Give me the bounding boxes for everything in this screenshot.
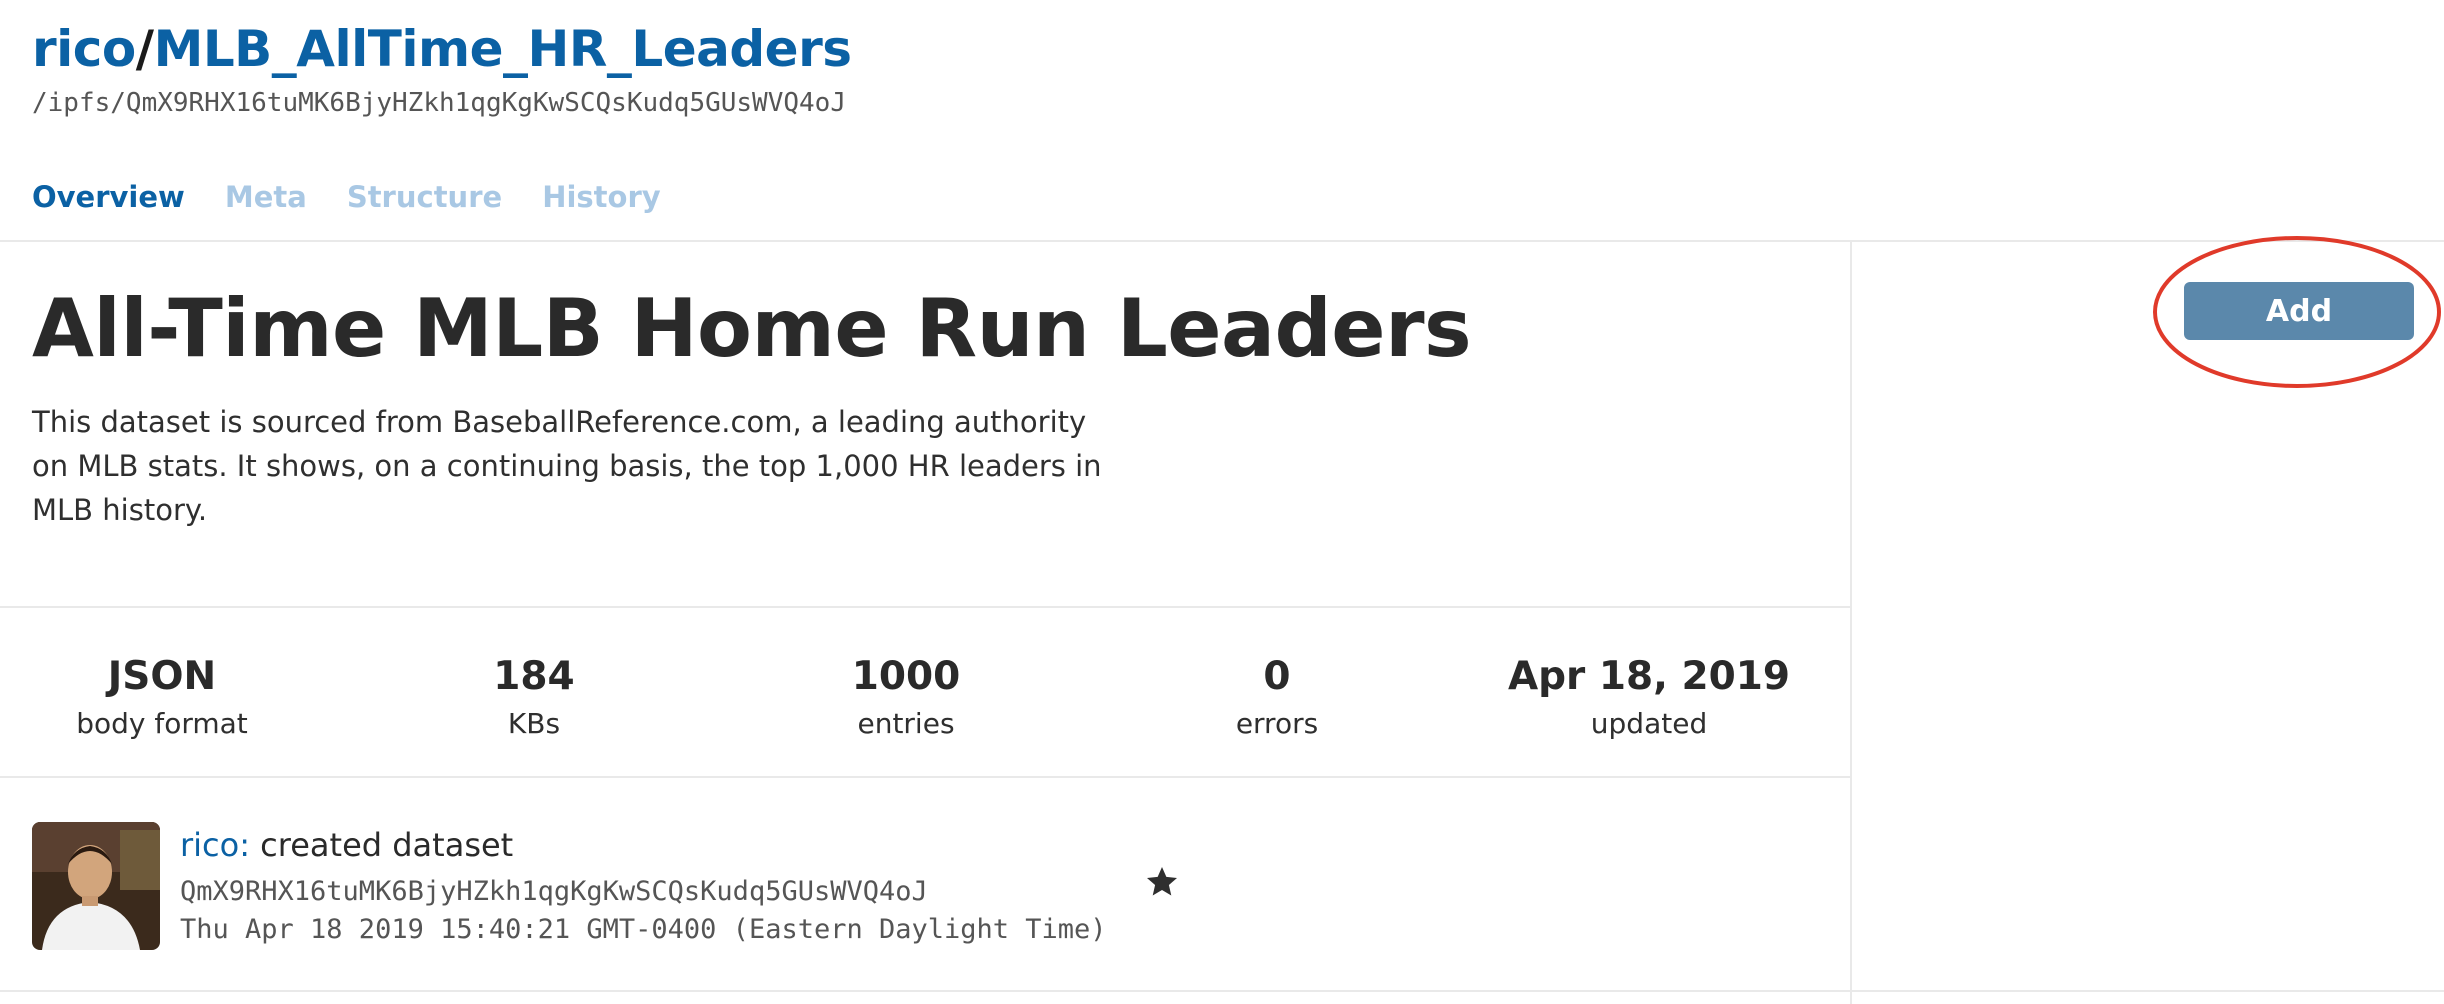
dataset-page: rico/MLB_AllTime_HR_Leaders /ipfs/QmX9RH…: [0, 0, 2444, 1004]
stats-top-divider: [0, 606, 1850, 608]
stat-updated: Apr 18, 2019 updated: [1499, 650, 1799, 744]
tab-history[interactable]: History: [542, 180, 660, 214]
stats-bottom-divider: [0, 776, 1850, 778]
peername-link[interactable]: rico: [32, 20, 136, 78]
path-separator: /: [135, 20, 154, 78]
stat-label: entries: [857, 707, 955, 740]
stat-entries: 1000 entries: [756, 650, 1056, 744]
star-icon[interactable]: [1144, 864, 1180, 900]
avatar[interactable]: [32, 822, 160, 950]
stat-size: 184 KBs: [384, 650, 684, 744]
header-divider: [0, 240, 2444, 242]
tab-overview[interactable]: Overview: [32, 180, 185, 214]
tab-meta[interactable]: Meta: [225, 180, 307, 214]
stat-label: updated: [1590, 707, 1708, 740]
sidebar-divider: [1850, 240, 1852, 1004]
dataset-path: rico/MLB_AllTime_HR_Leaders: [32, 20, 852, 78]
tab-structure[interactable]: Structure: [347, 180, 502, 214]
stat-label: errors: [1235, 707, 1319, 740]
commit-bottom-divider: [0, 990, 2444, 992]
tab-bar: Overview Meta Structure History: [32, 180, 701, 214]
stat-value: 1000: [851, 654, 961, 699]
stat-value: 184: [493, 654, 575, 699]
stat-errors: 0 errors: [1127, 650, 1427, 744]
dataset-description: This dataset is sourced from BaseballRef…: [32, 405, 1102, 527]
stat-value: JSON: [107, 654, 217, 699]
dataset-title: All-Time MLB Home Run Leaders: [32, 282, 1472, 375]
stat-value: 0: [1263, 654, 1291, 699]
stat-body-format: JSON body format: [12, 650, 312, 744]
commit-author[interactable]: rico:: [180, 826, 250, 864]
highlight-annotation: [2153, 236, 2441, 388]
ipfs-path: /ipfs/QmX9RHX16tuMK6BjyHZkh1qgKgKwSCQsKu…: [32, 88, 846, 118]
commit-hash: QmX9RHX16tuMK6BjyHZkh1qgKgKwSCQsKudq5GUs…: [180, 876, 928, 907]
commit-message: created dataset: [260, 826, 514, 864]
stat-label: KBs: [507, 707, 561, 740]
dataset-name-link[interactable]: MLB_AllTime_HR_Leaders: [154, 20, 852, 78]
stat-label: body format: [76, 707, 248, 740]
stat-value: Apr 18, 2019: [1507, 654, 1791, 699]
commit-timestamp: Thu Apr 18 2019 15:40:21 GMT-0400 (Easte…: [180, 914, 1107, 945]
commit-title: rico: created dataset: [180, 826, 513, 864]
